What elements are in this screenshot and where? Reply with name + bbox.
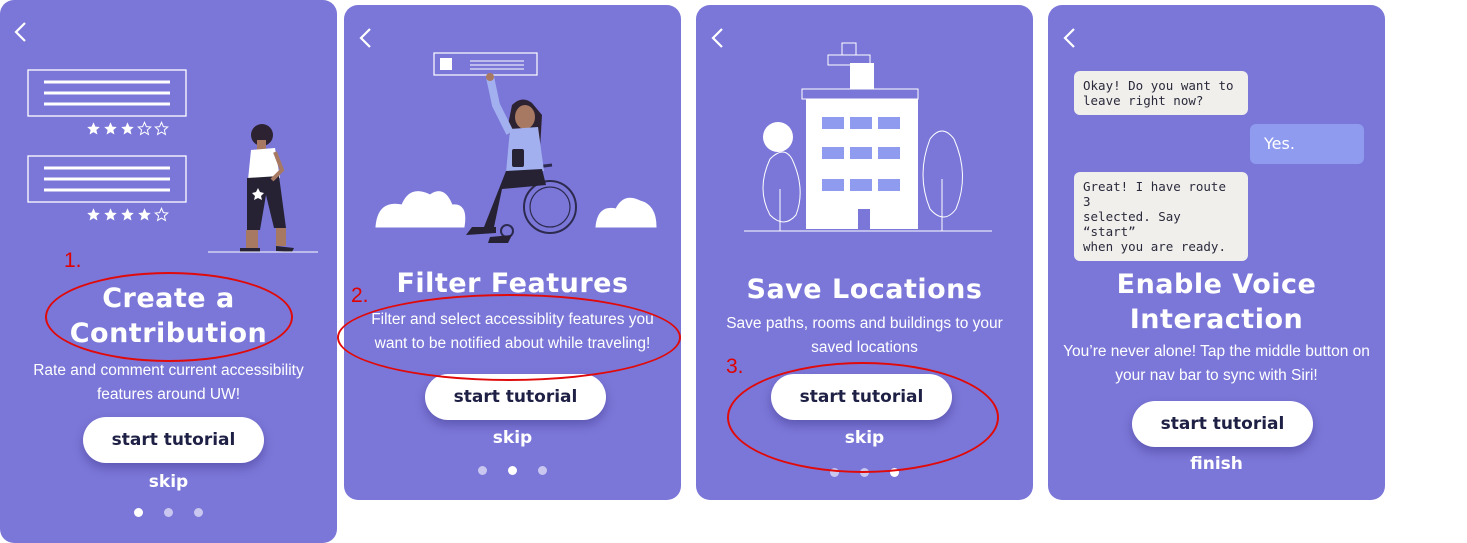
start-tutorial-button[interactable]: start tutorial [83,417,264,463]
skip-link[interactable]: skip [344,428,681,448]
onboarding-card-voice: Okay! Do you want to leave right now? Ye… [1048,5,1385,500]
onboarding-card-filter: Filter Features Filter and select access… [344,5,681,500]
star-icon [121,122,134,135]
chat-line: selected. Say “start” [1083,209,1181,239]
star-icon [154,121,169,136]
filter-illustration [375,52,657,243]
star-icon [87,208,100,221]
back-arrow-icon[interactable] [10,20,34,44]
star-icon [104,208,117,221]
back-arrow-icon[interactable] [1059,26,1083,50]
annotation-number-1: 1. [64,249,82,272]
star-icon [137,121,152,136]
start-tutorial-button[interactable]: start tutorial [1132,401,1313,447]
contribution-illustration [27,69,318,253]
page-indicator [344,466,681,475]
annotation-number-2: 2. [351,284,369,307]
page-dot [478,466,487,475]
screen-description: Rate and comment current accessibility f… [0,359,337,407]
star-icon [121,208,134,221]
page-dot [538,466,547,475]
desc-line-2: your nav bar to sync with Siri! [1115,367,1318,384]
chat-bubble-assistant: Great! I have route 3 selected. Say “sta… [1074,172,1248,261]
chat-line: when you are ready. [1083,239,1226,254]
title-line-2: Interaction [1129,304,1304,335]
back-arrow-icon[interactable] [707,26,731,50]
page-dot-active [134,508,143,517]
star-icon [104,122,117,135]
finish-link[interactable]: finish [1048,454,1385,474]
chat-line: Great! I have route 3 [1083,179,1226,209]
desc-line-1: You’re never alone! Tap the middle butto… [1063,343,1370,360]
skip-link[interactable]: skip [0,472,337,492]
chat-line: leave right now? [1083,93,1204,108]
rating-stars-2 [86,207,169,222]
annotation-circle-description [337,294,681,381]
star-icon [138,208,151,221]
star-icon [87,122,100,135]
chat-bubble-user: Yes. [1250,124,1364,164]
annotation-number-3: 3. [726,355,744,378]
screen-title: Enable Voice Interaction [1048,267,1385,337]
screen-description: Save paths, rooms and buildings to your … [696,312,1033,360]
desc-line-1: Rate and comment current accessibility [33,362,304,379]
desc-line-1: Save paths, rooms and buildings to your [726,315,1003,332]
annotation-circle-title [45,272,293,362]
annotation-circle-button [727,362,999,473]
title-line-1: Enable Voice [1116,269,1317,300]
desc-line-2: features around UW! [96,386,240,403]
rating-stars-1 [86,121,169,136]
star-icon [154,207,169,222]
building-illustration [744,42,992,232]
page-indicator [0,508,337,517]
chat-line: Okay! Do you want to [1083,78,1234,93]
screen-title: Save Locations [746,274,983,305]
page-dot [194,508,203,517]
screen-description: You’re never alone! Tap the middle butto… [1048,340,1385,388]
chat-bubble-assistant: Okay! Do you want to leave right now? [1074,71,1248,115]
page-dot-active [508,466,517,475]
page-dot [164,508,173,517]
desc-line-2: saved locations [811,339,918,356]
